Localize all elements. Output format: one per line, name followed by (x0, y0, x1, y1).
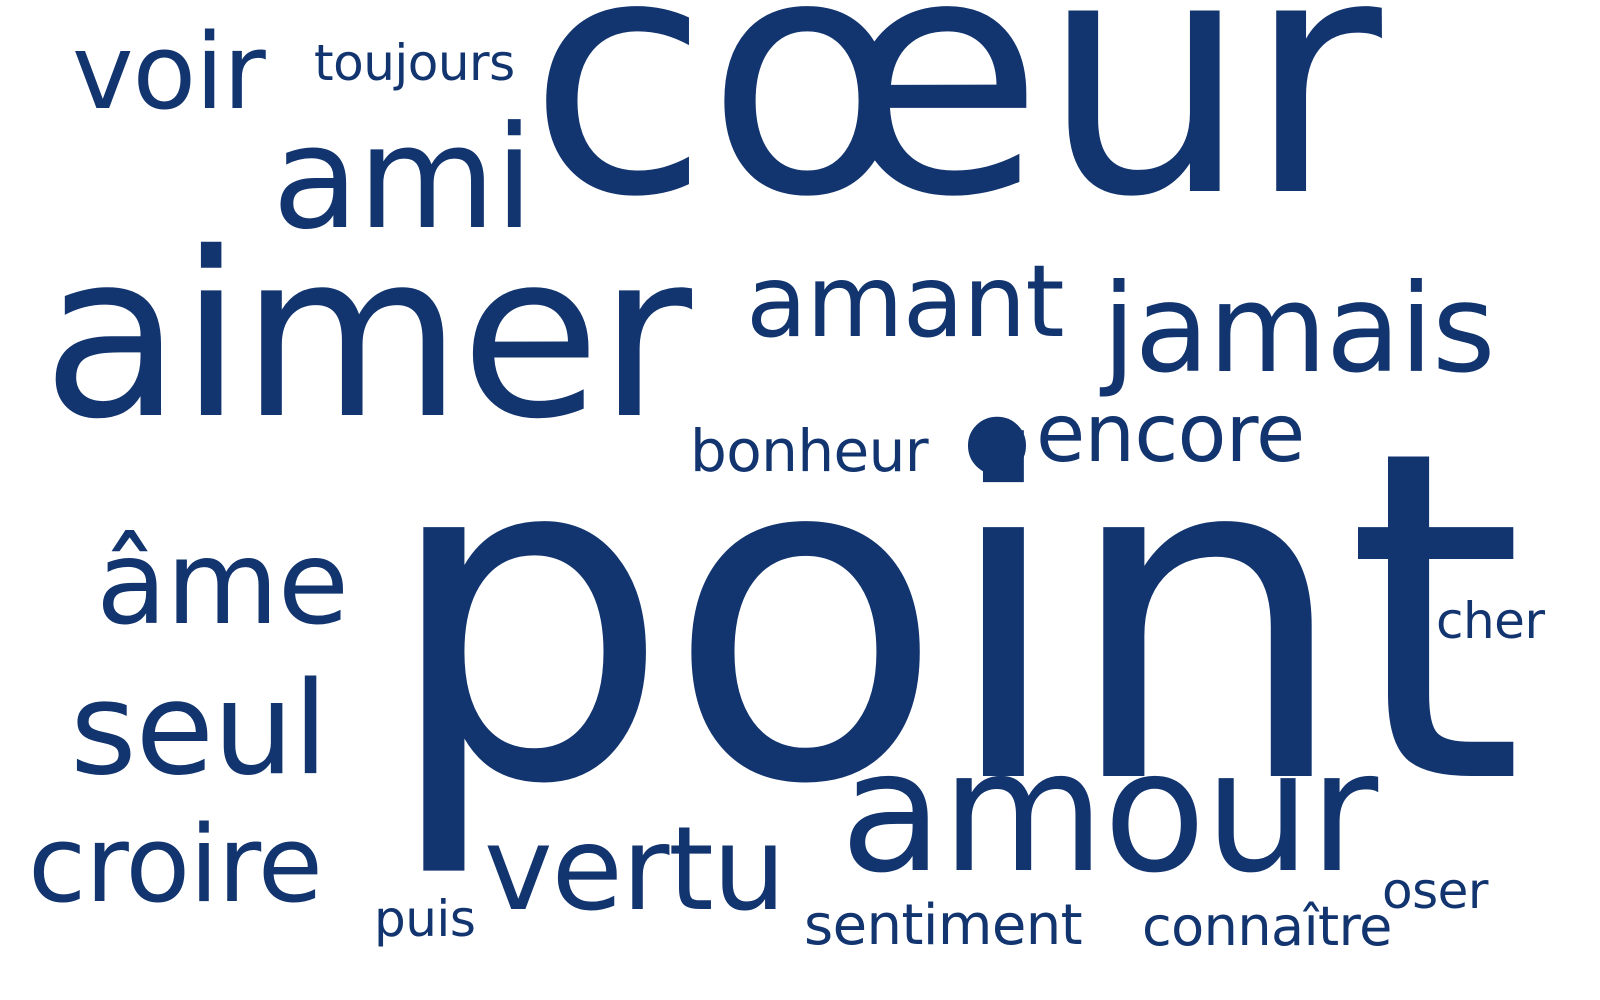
word-dot: • (938, 335, 1056, 568)
word-connaitre: connaître (1142, 895, 1392, 958)
word-oser: oser (1382, 862, 1488, 920)
word-croire: croire (28, 803, 323, 926)
word-ame: âme (96, 516, 349, 651)
word-puis: puis (374, 890, 476, 948)
word-encore: encore (1036, 387, 1305, 480)
word-jamais: jamais (1102, 258, 1496, 400)
word-sentiment: sentiment (804, 893, 1083, 958)
word-bonheur: bonheur (690, 417, 929, 485)
word-cloud: cœur point aimer amour jamais amant ami … (0, 0, 1600, 1000)
word-amour: amour (840, 714, 1378, 910)
word-vertu: vertu (484, 802, 786, 937)
word-toujours: toujours (314, 34, 515, 92)
word-voir: voir (72, 11, 266, 133)
word-ami: ami (272, 96, 534, 261)
word-seul: seul (70, 655, 328, 804)
word-cher: cher (1436, 592, 1545, 650)
